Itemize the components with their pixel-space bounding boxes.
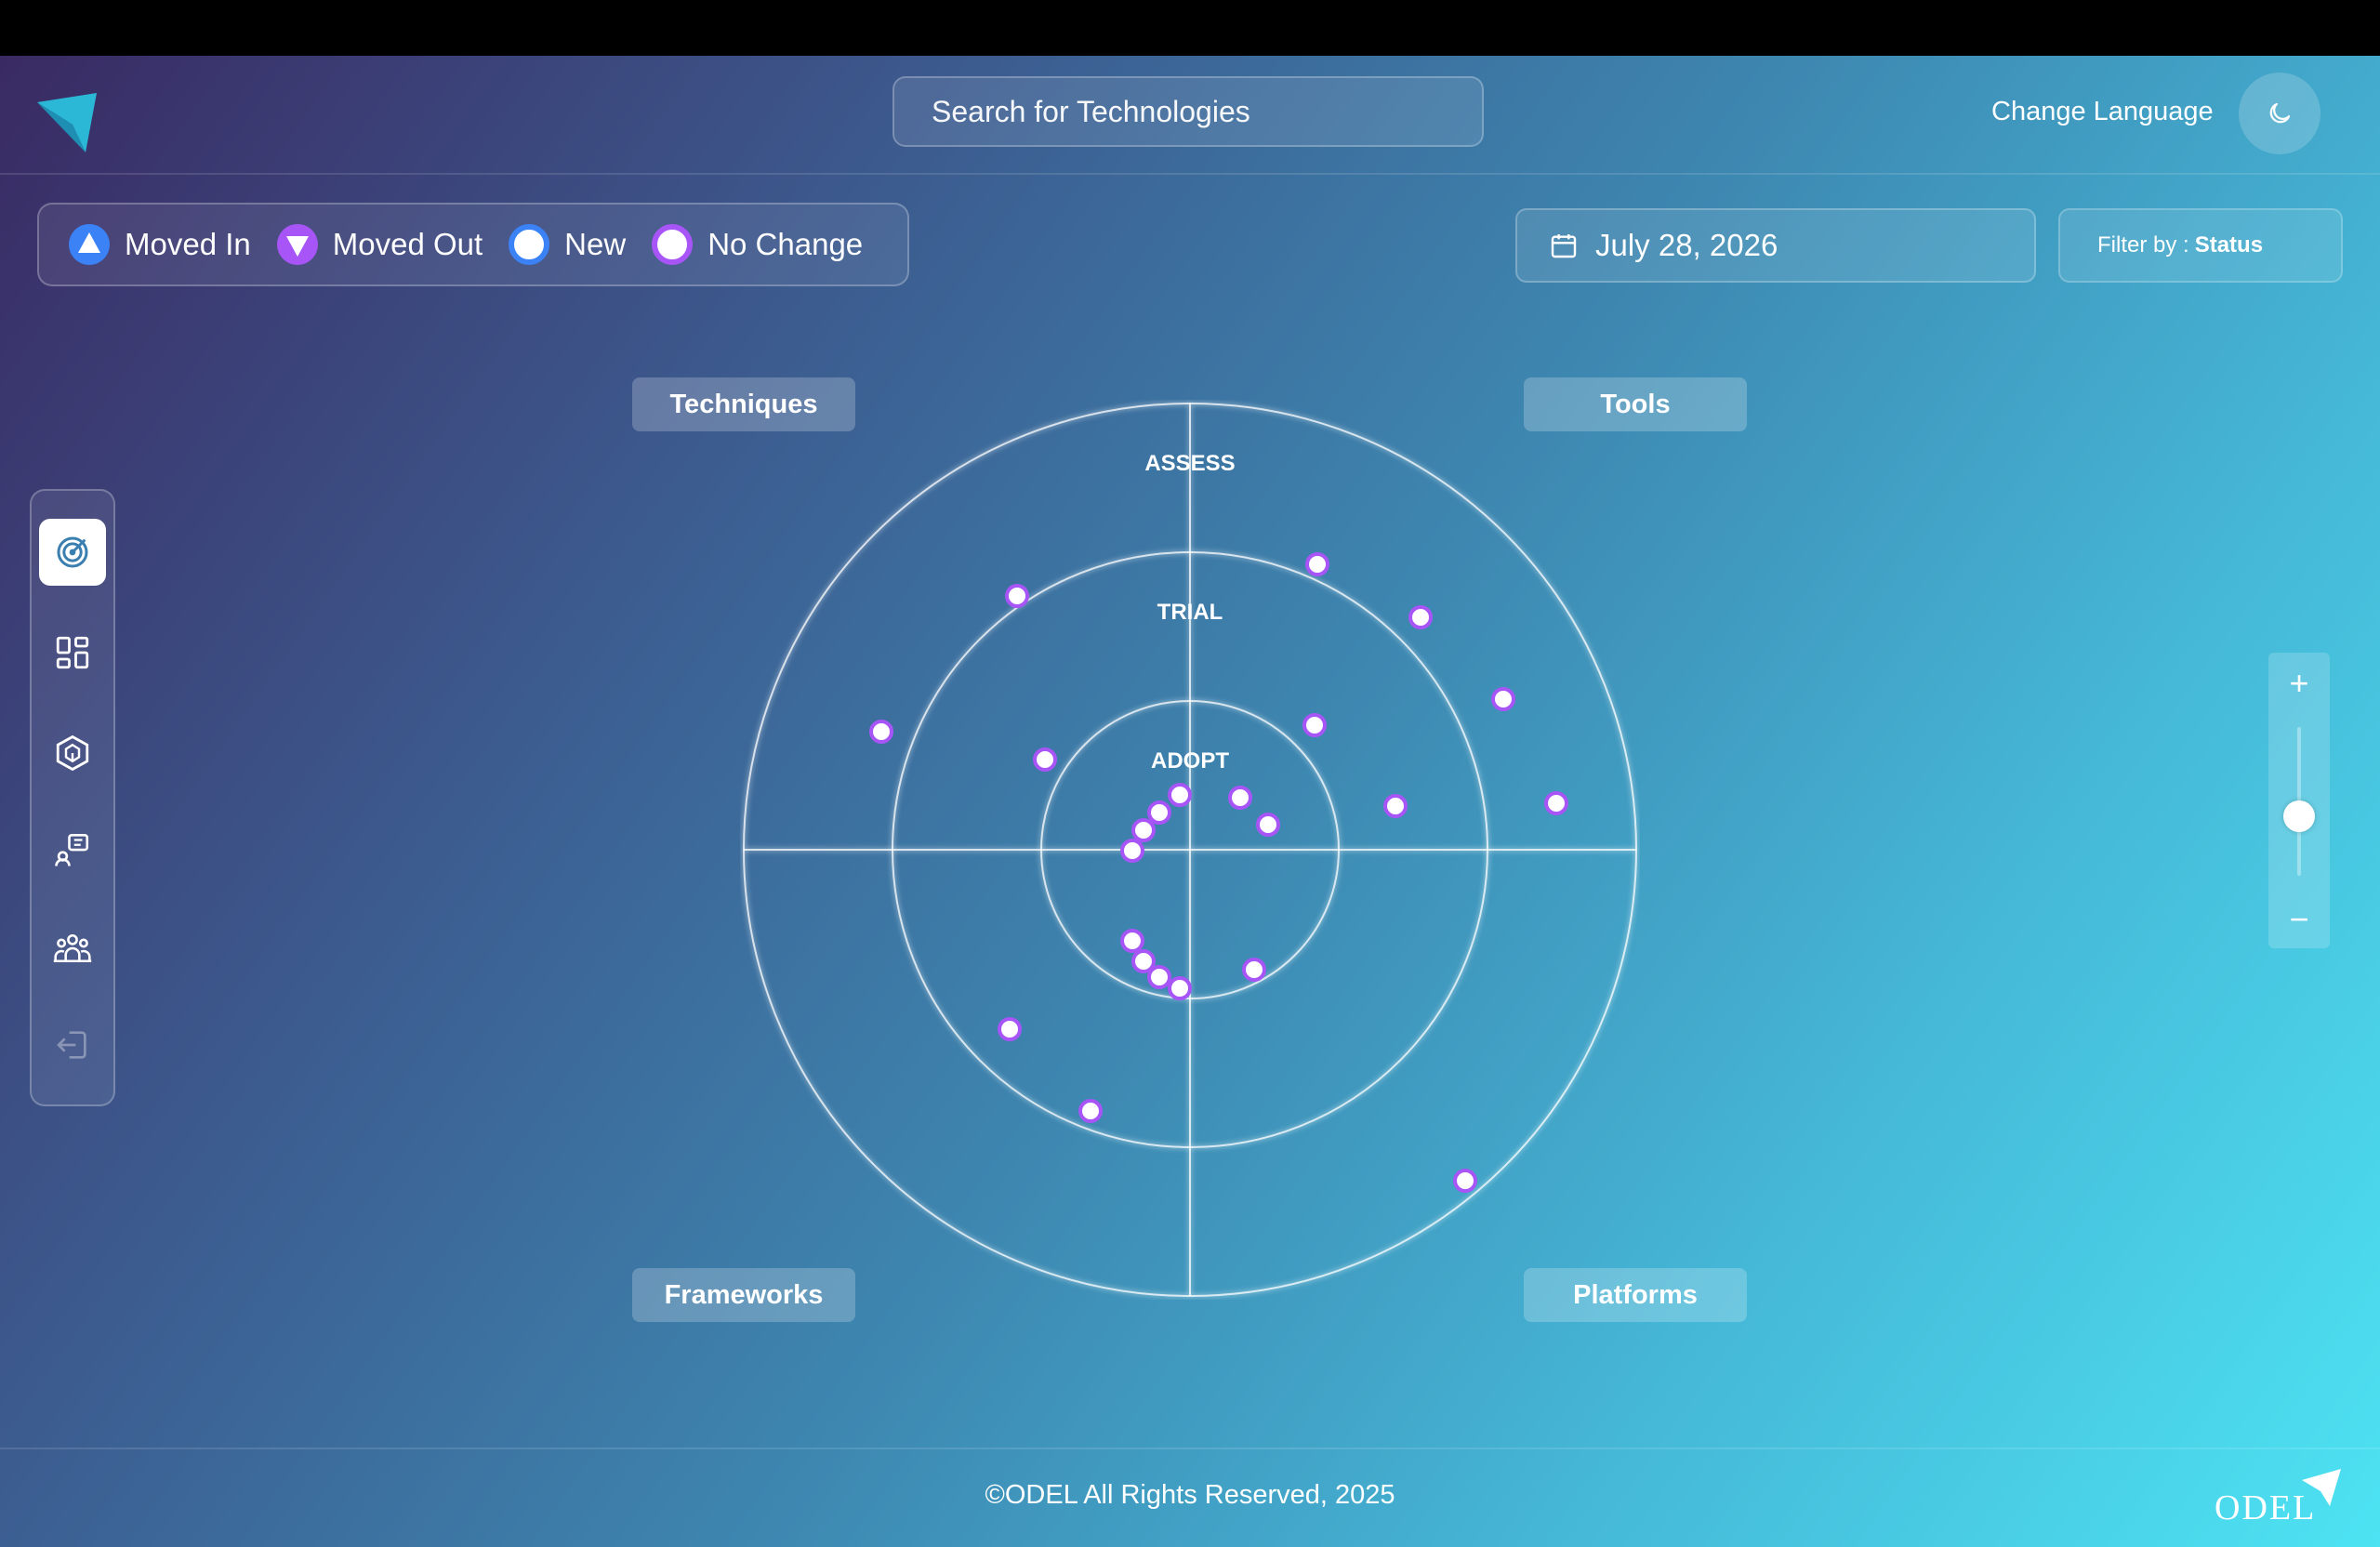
feedback-icon bbox=[55, 833, 89, 866]
zoom-out-button[interactable]: − bbox=[2268, 896, 2330, 943]
box-icon bbox=[56, 734, 89, 772]
radar-blip[interactable] bbox=[1302, 713, 1327, 737]
legend-label: New bbox=[564, 227, 627, 261]
zoom-slider-thumb[interactable] bbox=[2283, 800, 2315, 832]
radar-icon bbox=[57, 536, 88, 568]
radar-blip[interactable] bbox=[1256, 813, 1280, 837]
search-input[interactable] bbox=[892, 76, 1484, 147]
radar-blip[interactable] bbox=[1305, 552, 1329, 576]
circle-blue-icon bbox=[509, 224, 550, 265]
moon-icon bbox=[2269, 102, 2291, 124]
date-value: July 28, 2026 bbox=[1595, 228, 1778, 262]
radar-blip[interactable] bbox=[1005, 584, 1029, 608]
radar-blip[interactable] bbox=[1453, 1169, 1477, 1193]
sidebar-item-team[interactable] bbox=[39, 915, 106, 982]
filter-value: Status bbox=[2194, 232, 2264, 258]
legend-label: Moved Out bbox=[332, 227, 483, 261]
change-language-link[interactable]: Change Language bbox=[1991, 97, 2214, 127]
sidebar-item-logout[interactable] bbox=[39, 1012, 106, 1078]
legend-label: Moved In bbox=[125, 227, 251, 261]
triangle-down-icon bbox=[276, 224, 318, 265]
calendar-icon bbox=[1551, 234, 1577, 258]
radar-blip[interactable] bbox=[1120, 839, 1144, 863]
legend-item-moved-out: Moved Out bbox=[275, 222, 483, 267]
sidebar bbox=[30, 489, 115, 1106]
radar-blip[interactable] bbox=[1120, 929, 1144, 953]
logout-icon bbox=[57, 1031, 86, 1059]
radar-blip[interactable] bbox=[1383, 794, 1408, 818]
footer-copyright: ©ODEL All Rights Reserved, 2025 bbox=[985, 1480, 1395, 1510]
sidebar-item-dashboard[interactable] bbox=[39, 619, 106, 686]
circle-purple-icon bbox=[652, 224, 694, 265]
team-icon bbox=[53, 933, 92, 963]
radar-blip[interactable] bbox=[1131, 949, 1156, 973]
radar-blip[interactable] bbox=[869, 720, 893, 744]
sidebar-item-feedback[interactable] bbox=[39, 816, 106, 883]
radar-blip[interactable] bbox=[1408, 605, 1433, 629]
radar-blip[interactable] bbox=[998, 1017, 1022, 1041]
radar-blip[interactable] bbox=[1033, 747, 1057, 772]
ring-label-assess: ASSESS bbox=[1144, 451, 1235, 476]
app-window: Change Language Moved In Moved Out New bbox=[0, 56, 2380, 1547]
blips bbox=[869, 552, 1568, 1193]
technology-radar: ASSESS TRIAL ADOPT bbox=[743, 403, 1637, 1297]
filter-dropdown[interactable]: Filter by : Status bbox=[2058, 208, 2343, 283]
legend: Moved In Moved Out New No Change bbox=[37, 203, 909, 286]
radar-blip[interactable] bbox=[1242, 958, 1266, 982]
legend-item-new: New bbox=[507, 222, 626, 267]
date-picker[interactable]: July 28, 2026 bbox=[1515, 208, 2036, 283]
dashboard-icon bbox=[56, 636, 89, 669]
radar-blip[interactable] bbox=[1168, 976, 1192, 1000]
odel-wordmark: ODEL bbox=[2215, 1488, 2317, 1527]
radar-blip[interactable] bbox=[1168, 783, 1192, 807]
legend-item-no-change: No Change bbox=[650, 222, 863, 267]
legend-item-moved-in: Moved In bbox=[67, 222, 251, 267]
radar-blip[interactable] bbox=[1147, 800, 1171, 825]
sidebar-item-technologies[interactable] bbox=[39, 720, 106, 787]
app-logo-icon[interactable] bbox=[33, 89, 100, 156]
legend-label: No Change bbox=[707, 227, 864, 261]
footer-divider bbox=[0, 1448, 2380, 1449]
radar-blip[interactable] bbox=[1491, 687, 1515, 711]
radar-blip[interactable] bbox=[1147, 965, 1171, 989]
radar-blip[interactable] bbox=[1544, 791, 1568, 815]
radar-blip[interactable] bbox=[1131, 818, 1156, 842]
triangle-up-icon bbox=[69, 224, 110, 265]
radar-blip[interactable] bbox=[1228, 786, 1252, 810]
top-black-bar bbox=[0, 0, 2380, 56]
filter-prefix: Filter by : bbox=[2097, 232, 2189, 258]
ring-label-trial: TRIAL bbox=[1157, 600, 1223, 625]
theme-toggle-button[interactable] bbox=[2239, 73, 2320, 154]
header-divider bbox=[0, 173, 2380, 175]
zoom-in-button[interactable]: + bbox=[2268, 660, 2330, 707]
radar-blip[interactable] bbox=[1078, 1099, 1103, 1123]
zoom-control: + − bbox=[2268, 653, 2330, 948]
ring-label-adopt: ADOPT bbox=[1151, 748, 1229, 774]
sidebar-item-radar[interactable] bbox=[39, 519, 106, 586]
